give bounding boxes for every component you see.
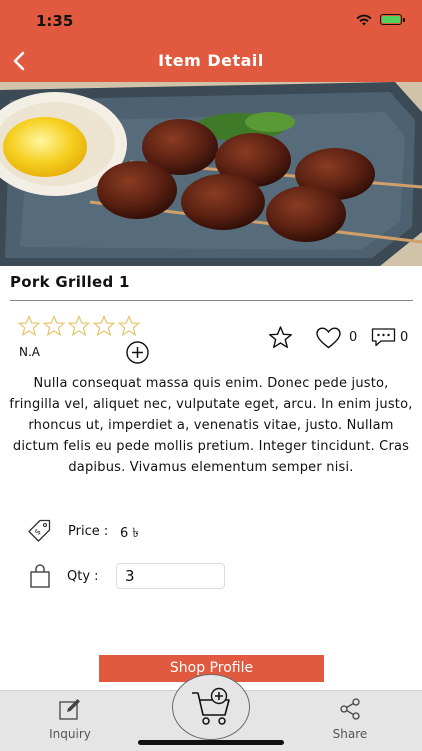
star-outline-icon[interactable] <box>42 314 66 337</box>
title-divider <box>10 300 413 301</box>
tab-share-label: Share <box>332 727 368 741</box>
star-outline-icon[interactable] <box>117 314 141 337</box>
favorite-star-icon[interactable] <box>267 325 294 350</box>
nav-bar: Item Detail <box>0 40 422 82</box>
tab-inquiry[interactable]: Inquiry <box>40 697 100 741</box>
item-description: Nulla consequat massa quis enim. Donec p… <box>9 376 413 475</box>
add-rating-icon[interactable] <box>125 340 150 365</box>
star-outline-icon[interactable] <box>17 314 41 337</box>
shopping-bag-icon <box>30 564 50 588</box>
status-time: 1:35 <box>36 12 74 30</box>
heart-icon[interactable] <box>315 326 342 350</box>
star-outline-icon[interactable] <box>67 314 91 337</box>
comment-icon[interactable] <box>370 327 397 347</box>
home-indicator <box>138 740 284 745</box>
price-tag-icon: $ <box>28 519 51 542</box>
rating-stars[interactable] <box>17 314 142 337</box>
cart-add-icon <box>192 687 230 725</box>
item-title: Pork Grilled 1 <box>10 273 130 291</box>
battery-icon <box>380 14 405 25</box>
wifi-icon <box>356 14 372 26</box>
tab-share[interactable]: Share <box>320 697 380 741</box>
price-label: Price : <box>68 524 109 539</box>
star-outline-icon[interactable] <box>92 314 116 337</box>
tab-inquiry-label: Inquiry <box>49 727 91 741</box>
status-bar: 1:35 <box>0 0 422 40</box>
like-count: 0 <box>349 330 358 345</box>
svg-text:$: $ <box>33 527 43 537</box>
qty-input[interactable] <box>116 563 225 589</box>
comment-count: 0 <box>400 330 409 345</box>
rating-label: N.A <box>19 345 40 359</box>
share-icon <box>340 698 360 720</box>
qty-label: Qty : <box>67 569 99 584</box>
item-image <box>0 82 422 266</box>
page-title: Item Detail <box>158 51 264 70</box>
price-value: 6 ৳ <box>120 526 139 541</box>
add-to-cart-button[interactable] <box>172 674 250 740</box>
edit-note-icon <box>59 699 80 720</box>
